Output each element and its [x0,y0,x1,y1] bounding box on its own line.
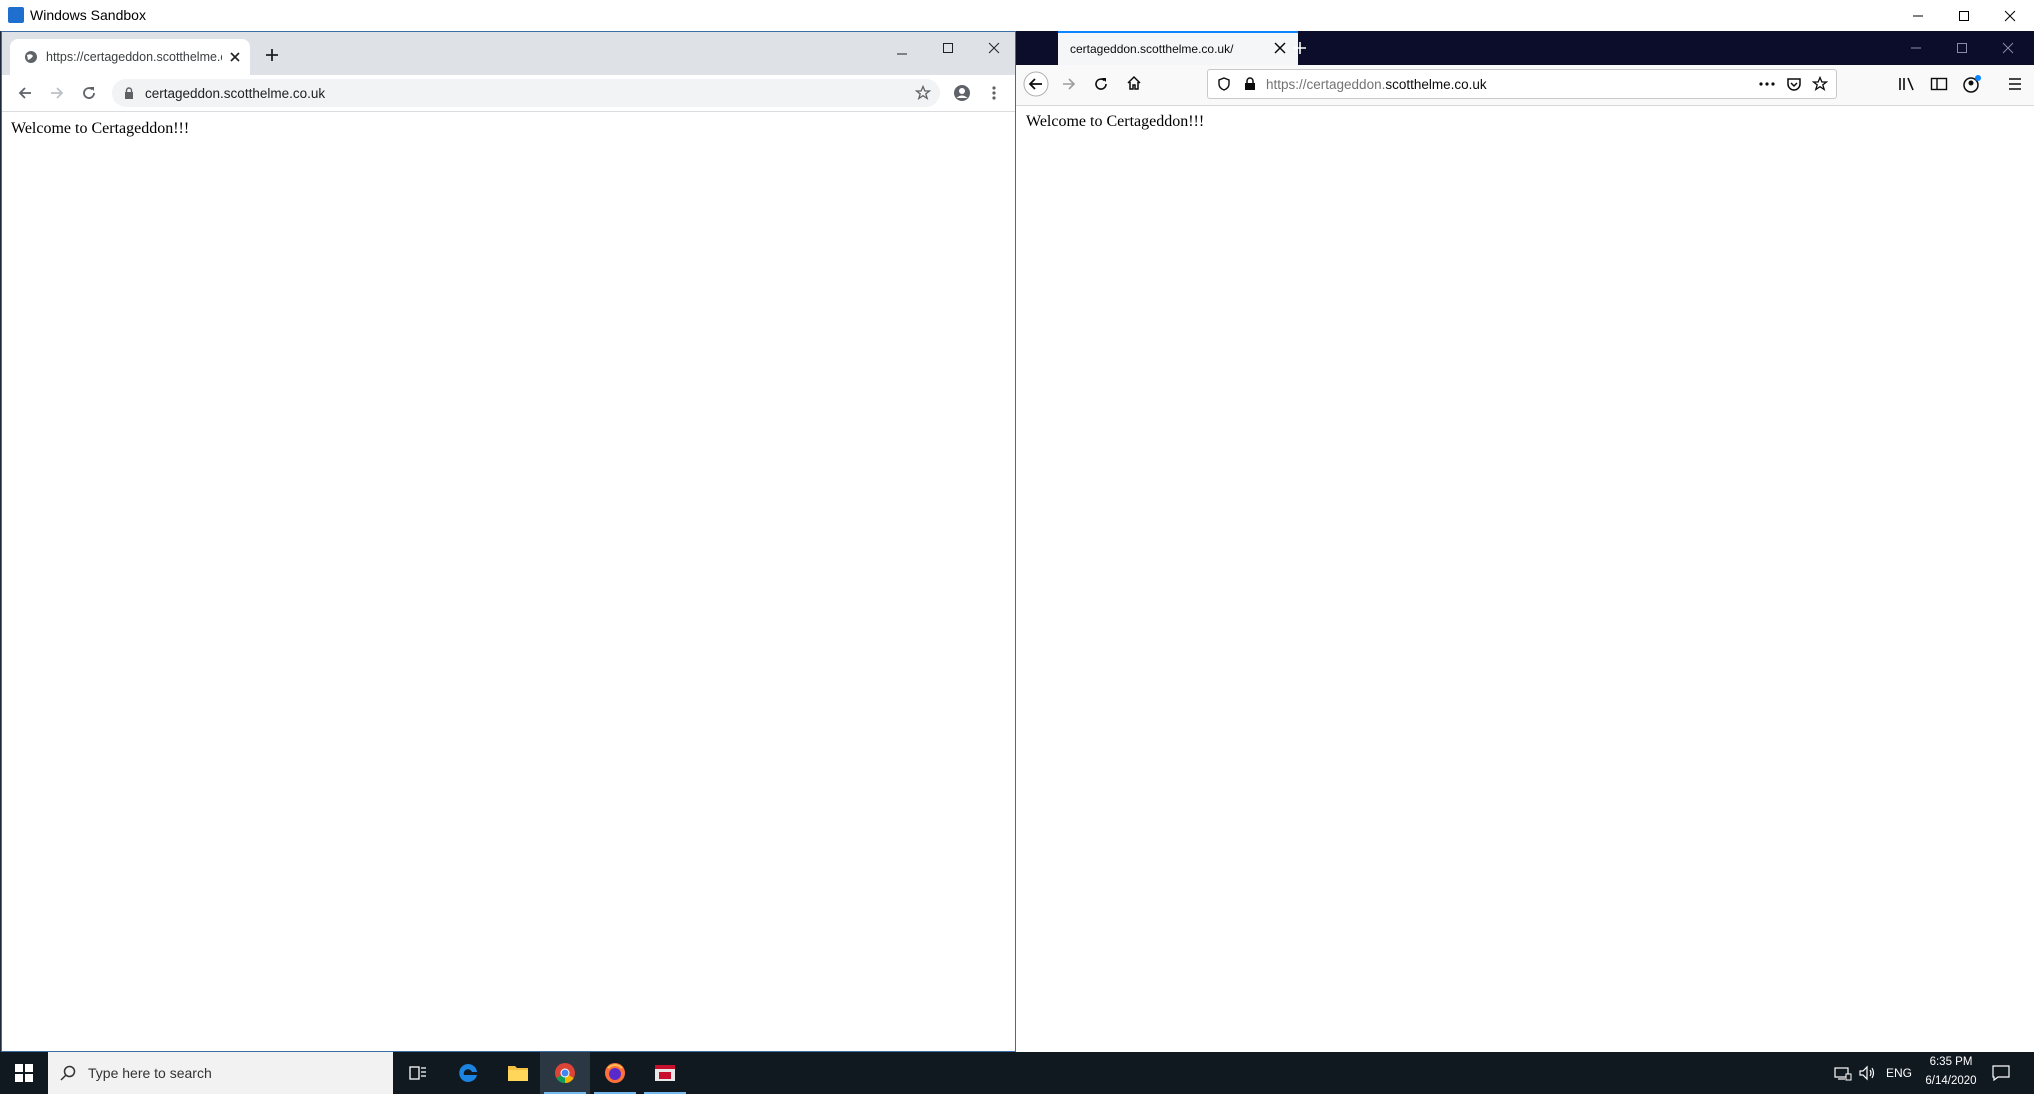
profile-avatar-icon[interactable] [953,84,971,102]
app-icon [655,1065,675,1081]
new-tab-icon[interactable] [264,47,280,63]
search-icon [60,1065,76,1081]
back-arrow-icon[interactable] [1023,71,1049,97]
chrome-maximize-icon[interactable] [942,42,954,54]
reload-icon[interactable] [81,85,97,101]
chrome-tab-strip: https://certageddon.scotthelme.co.uk/ [2,32,1015,75]
clock-time: 6:35 PM [1929,1056,1973,1068]
reload-icon[interactable] [1093,76,1109,92]
home-icon[interactable] [1126,75,1142,91]
kebab-menu-icon[interactable] [992,85,996,101]
taskbar: Type here to search ENG 6:35 PM 6/14/202… [0,1052,2034,1094]
bookmark-star-icon[interactable] [1812,76,1828,92]
url-prefix: https://certageddon. [1266,77,1386,92]
firefox-page-text: Welcome to Certageddon!!! [1026,113,1205,130]
chrome-page-text: Welcome to Certageddon!!! [11,120,190,137]
firefox-minimize-icon[interactable] [1910,42,1922,54]
firefox-close-icon[interactable] [2002,42,2014,54]
chrome-page-content: Welcome to Certageddon!!! [2,112,1015,1051]
chrome-tab-title: https://certageddon.scotthelme.co.uk/ [46,50,222,64]
firefox-page-content: Welcome to Certageddon!!! [1016,106,2034,1052]
library-icon[interactable] [1898,76,1916,92]
firefox-icon [605,1063,625,1083]
file-explorer-icon [508,1066,528,1081]
sidebar-icon[interactable] [1930,76,1948,92]
firefox-tab-strip: certageddon.scotthelme.co.uk/ [1016,31,2034,65]
firefox-tab[interactable]: certageddon.scotthelme.co.uk/ [1058,31,1298,65]
firefox-taskbar-button[interactable] [590,1052,640,1094]
chrome-minimize-icon[interactable] [896,48,908,60]
chrome-toolbar: certageddon.scotthelme.co.uk [2,75,1015,112]
sandbox-title-bar: Windows Sandbox [0,0,2034,32]
sandbox-minimize-button[interactable] [1895,0,1941,31]
pocket-icon[interactable] [1786,76,1802,92]
windows-logo-icon [15,1064,33,1082]
tab-close-icon[interactable] [1274,42,1286,54]
lock-icon[interactable] [1244,77,1256,91]
sandbox-close-button[interactable] [1987,0,2033,31]
firefox-tab-title: certageddon.scotthelme.co.uk/ [1070,42,1234,56]
volume-icon[interactable] [1858,1065,1876,1081]
language-indicator[interactable]: ENG [1886,1066,1912,1080]
search-placeholder: Type here to search [88,1065,212,1081]
new-tab-icon[interactable] [1292,40,1308,56]
file-explorer-taskbar-button[interactable] [493,1052,543,1094]
forward-arrow-icon[interactable] [49,85,65,101]
shield-icon[interactable] [1217,77,1231,91]
start-button[interactable] [0,1052,48,1094]
close-icon [2004,10,2016,21]
edge-icon [459,1063,477,1082]
lock-icon[interactable] [124,87,134,99]
chrome-address-bar[interactable]: certageddon.scotthelme.co.uk [112,79,940,107]
edge-taskbar-button[interactable] [443,1052,493,1094]
globe-icon [25,51,37,63]
firefox-toolbar: https://certageddon.scotthelme.co.uk [1016,65,2034,106]
chrome-icon [555,1063,575,1084]
account-icon[interactable] [1962,74,1982,94]
task-view-button[interactable] [393,1052,443,1094]
task-view-icon [409,1066,426,1080]
page-actions-icon[interactable] [1759,82,1775,86]
action-center-icon[interactable] [1992,1065,2010,1081]
sandbox-icon [8,7,24,23]
sandbox-maximize-button[interactable] [1941,0,1987,31]
chrome-taskbar-button[interactable] [540,1052,590,1094]
url-domain: scotthelme.co.uk [1385,77,1487,92]
firefox-maximize-icon[interactable] [1956,42,1968,54]
firefox-address-bar[interactable]: https://certageddon.scotthelme.co.uk [1207,69,1837,99]
taskbar-search-box[interactable]: Type here to search [48,1052,393,1094]
clock[interactable]: 6:35 PM 6/14/2020 [1918,1052,1984,1094]
sandbox-title: Windows Sandbox [30,7,146,23]
hamburger-menu-icon[interactable] [2007,77,2023,91]
back-arrow-icon[interactable] [17,85,33,101]
maximize-icon [1959,10,1969,21]
forward-arrow-icon[interactable] [1061,76,1077,92]
network-icon[interactable] [1834,1065,1852,1081]
chrome-window: https://certageddon.scotthelme.co.uk/ ce… [1,31,1016,1052]
chrome-close-icon[interactable] [988,42,1000,54]
minimize-icon [1913,15,1923,16]
tab-close-icon[interactable] [228,50,242,64]
bookmark-star-icon[interactable] [915,85,931,101]
chrome-url-text: certageddon.scotthelme.co.uk [145,86,326,101]
app-taskbar-button[interactable] [640,1052,690,1094]
firefox-url-text: https://certageddon.scotthelme.co.uk [1266,77,1487,92]
firefox-window: certageddon.scotthelme.co.uk/ https://ce… [1016,31,2034,1052]
clock-date: 6/14/2020 [1925,1075,1977,1087]
chrome-tab[interactable]: https://certageddon.scotthelme.co.uk/ [10,39,250,75]
